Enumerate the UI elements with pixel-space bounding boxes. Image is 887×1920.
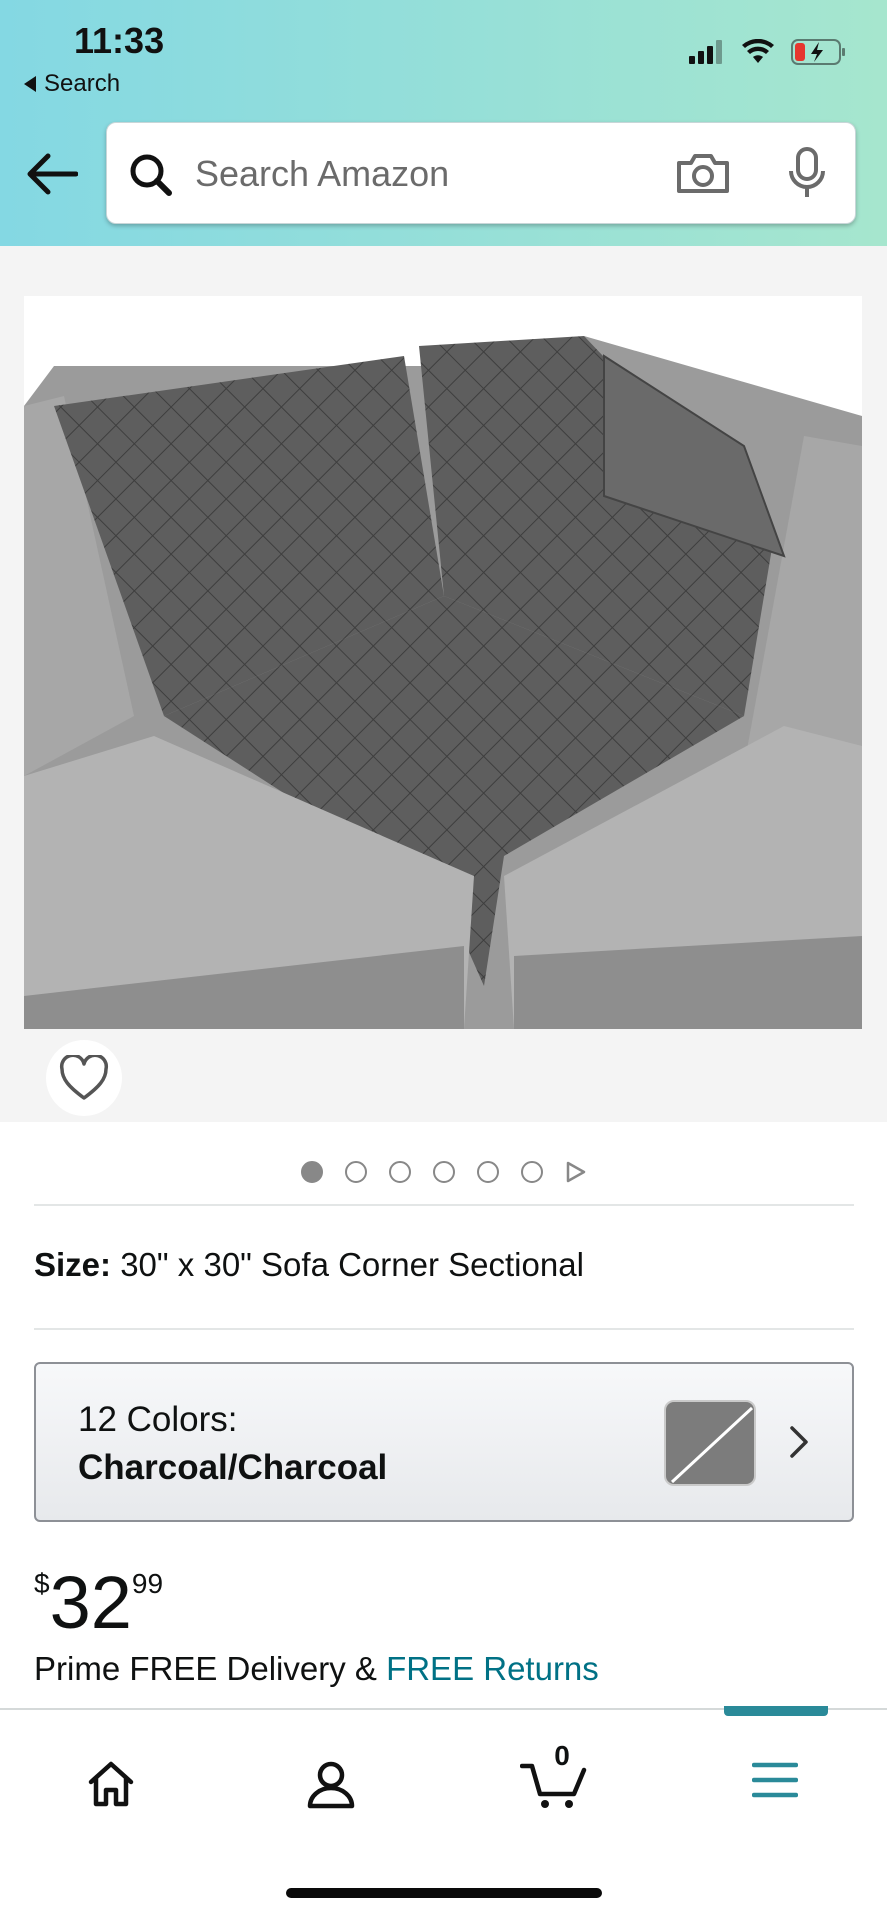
search-icon	[130, 154, 172, 196]
wishlist-button[interactable]	[46, 1040, 122, 1116]
wifi-icon	[742, 39, 774, 63]
status-icons	[689, 38, 847, 66]
cart-button[interactable]: 0	[520, 1740, 590, 1808]
carousel-dot-4[interactable]	[432, 1161, 455, 1183]
product-image[interactable]	[24, 296, 862, 1029]
selected-color: Charcoal/Charcoal	[78, 1448, 388, 1487]
price-fraction: 99	[131, 1568, 164, 1599]
status-back-link[interactable]: Search	[24, 70, 120, 98]
search-input[interactable]: Search Amazon	[106, 122, 856, 224]
delivery-text: Prime FREE Delivery &	[34, 1650, 387, 1687]
battery-charging-icon	[791, 39, 845, 65]
home-icon[interactable]	[86, 1760, 136, 1808]
delivery-info: Prime FREE Delivery & FREE Returns	[34, 1650, 599, 1688]
menu-icon[interactable]	[752, 1760, 798, 1800]
color-count-label: 12 Colors:	[78, 1400, 238, 1439]
cellular-signal-icon	[689, 40, 722, 64]
home-indicator[interactable]	[286, 1888, 602, 1898]
size-row: Size: 30" x 30" Sofa Corner Sectional	[34, 1246, 584, 1284]
back-triangle-icon	[24, 76, 36, 92]
swatch-diagonal	[670, 1406, 754, 1484]
header: 11:33 Search Search Amazon	[0, 0, 887, 246]
heart-icon	[59, 1055, 109, 1100]
free-returns-link[interactable]: FREE Returns	[386, 1650, 599, 1687]
carousel-dot-1[interactable]	[300, 1161, 323, 1183]
color-swatch	[664, 1400, 756, 1486]
divider	[34, 1204, 854, 1206]
color-selector-button[interactable]: 12 Colors: Charcoal/Charcoal	[34, 1362, 854, 1522]
microphone-icon[interactable]	[787, 147, 827, 199]
price: $3299	[34, 1560, 163, 1645]
carousel-indicator	[0, 1160, 887, 1184]
carousel-dot-2[interactable]	[344, 1161, 367, 1183]
divider	[34, 1328, 854, 1330]
cart-icon	[520, 1763, 587, 1808]
back-arrow-icon[interactable]	[26, 152, 78, 196]
carousel-dot-6[interactable]	[520, 1161, 543, 1183]
carousel-dot-3[interactable]	[388, 1161, 411, 1183]
price-symbol: $	[34, 1568, 50, 1599]
account-icon[interactable]	[306, 1760, 356, 1810]
price-whole: 32	[49, 1561, 132, 1644]
play-video-icon[interactable]	[565, 1160, 587, 1184]
carousel-dot-5[interactable]	[476, 1161, 499, 1183]
nav-active-indicator	[724, 1706, 828, 1716]
status-back-label: Search	[44, 70, 121, 97]
camera-icon[interactable]	[675, 151, 731, 195]
size-label: Size:	[34, 1246, 112, 1283]
status-time: 11:33	[74, 20, 165, 61]
chevron-right-icon	[790, 1426, 808, 1458]
size-value: 30" x 30" Sofa Corner Sectional	[120, 1246, 584, 1283]
search-placeholder: Search Amazon	[195, 153, 450, 194]
product-image-carousel[interactable]	[0, 246, 887, 1122]
